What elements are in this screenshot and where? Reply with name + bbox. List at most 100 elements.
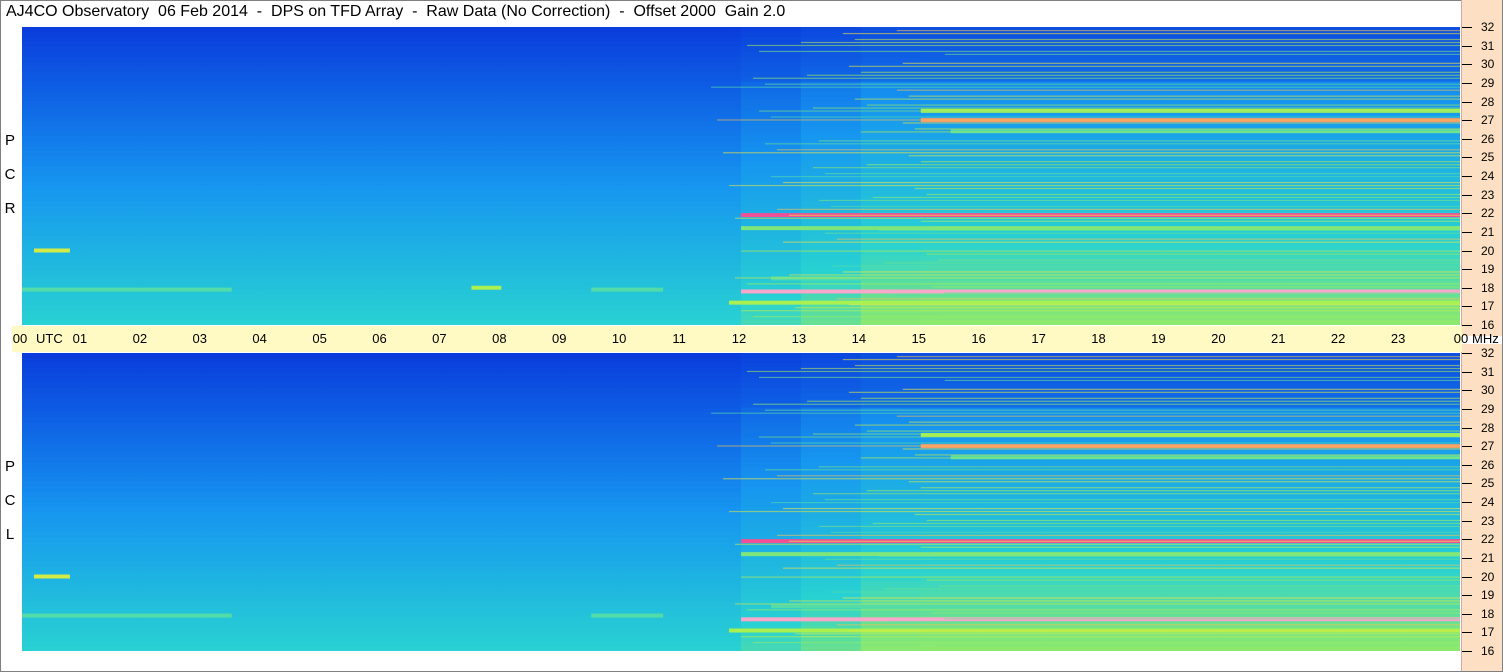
heatmap-cell <box>501 377 562 384</box>
heatmap-cell <box>261 367 323 374</box>
heatmap-cell <box>1400 235 1460 242</box>
heatmap-cell <box>321 402 382 409</box>
utc-tick-label: 23 <box>1390 331 1406 346</box>
heatmap-cell <box>1340 437 1401 443</box>
heatmap-cell <box>1340 240 1401 247</box>
heatmap-cell <box>1400 245 1460 251</box>
heatmap-cell <box>980 611 1042 617</box>
heatmap-cell <box>321 576 382 582</box>
noise-streak <box>854 424 1460 426</box>
heatmap-cell <box>561 151 622 157</box>
heatmap-cell <box>261 215 323 222</box>
heatmap-cell <box>81 250 143 256</box>
heatmap-cell <box>501 556 562 563</box>
heatmap-cell <box>741 641 802 647</box>
heatmap-cell <box>261 61 323 68</box>
heatmap-cell <box>261 56 323 63</box>
heatmap-cell <box>22 377 83 384</box>
heatmap-cell <box>141 621 203 627</box>
freq-tick-mark <box>1462 557 1472 559</box>
pol-letter: R <box>4 200 16 217</box>
noise-streak <box>746 44 1460 47</box>
heatmap-cell <box>22 91 83 98</box>
heatmap-cell <box>800 621 862 627</box>
heatmap-cell <box>681 81 742 88</box>
heatmap-cell <box>621 106 682 112</box>
heatmap-cell <box>1160 492 1221 498</box>
heatmap-cell <box>800 131 862 137</box>
heatmap-cell <box>621 561 682 568</box>
noise-streak <box>878 229 1460 231</box>
heatmap-cell <box>261 397 323 404</box>
noise-streak <box>723 152 1460 154</box>
heatmap-cell <box>561 412 622 419</box>
heatmap-cell <box>681 190 742 197</box>
heatmap-cell <box>141 320 203 325</box>
heatmap-cell <box>681 56 742 63</box>
heatmap-cell <box>681 621 742 627</box>
noise-streak <box>878 555 1460 557</box>
heatmap-cell <box>141 626 203 632</box>
freq-tick-mark <box>1462 325 1472 326</box>
heatmap-cell <box>201 511 263 518</box>
heatmap-cell <box>381 606 442 612</box>
utc-tick-label: 00 <box>12 331 28 346</box>
heatmap-cell <box>81 467 143 473</box>
utc-unit-label: UTC <box>36 331 63 346</box>
heatmap-cell <box>201 571 263 577</box>
heatmap-cell <box>621 442 682 448</box>
heatmap-cell <box>22 492 83 498</box>
noise-streak <box>764 469 1460 471</box>
heatmap-cell <box>141 141 203 147</box>
heatmap-cell <box>1040 240 1101 247</box>
heatmap-cell <box>800 437 862 443</box>
heatmap-cell <box>201 372 263 379</box>
heatmap-cell <box>621 646 682 651</box>
heatmap-cell <box>201 176 263 182</box>
heatmap-cell <box>681 372 742 379</box>
heatmap-cell <box>501 541 562 548</box>
heatmap-cell <box>741 477 802 483</box>
heatmap-cell <box>741 511 802 518</box>
heatmap-cell <box>1100 447 1161 453</box>
heatmap-cell <box>681 511 742 518</box>
heatmap-cell <box>1160 166 1221 172</box>
heatmap-cell <box>860 320 922 325</box>
heatmap-cell <box>800 295 862 301</box>
heatmap-cell <box>561 210 622 217</box>
heatmap-cell <box>561 255 622 261</box>
heatmap-cell <box>1100 492 1161 498</box>
heatmap-cell <box>621 250 682 256</box>
heatmap-cell <box>261 387 323 394</box>
noise-streak <box>842 32 1460 35</box>
heatmap-cell <box>22 300 83 306</box>
heatmap-cell <box>741 96 802 102</box>
heatmap-cell <box>501 412 562 419</box>
heatmap-cell <box>1160 447 1221 453</box>
heatmap-cell <box>920 437 982 443</box>
heatmap-cell <box>621 200 682 207</box>
heatmap-cell <box>141 472 203 478</box>
heatmap-cell <box>860 27 922 33</box>
freq-tick-label: 25 <box>1481 150 1495 165</box>
heatmap-cell <box>1040 516 1101 523</box>
heatmap-cell <box>441 462 502 468</box>
heatmap-cell <box>321 641 382 647</box>
heatmap-cell <box>261 185 323 192</box>
heatmap-cell <box>441 116 502 122</box>
heatmap-cell <box>441 66 502 73</box>
heatmap-cell <box>741 362 802 369</box>
heatmap-cell <box>561 631 622 637</box>
heatmap-cell <box>800 397 862 404</box>
heatmap-cell <box>321 606 382 612</box>
heatmap-cell <box>741 131 802 137</box>
heatmap-cell <box>1280 190 1341 197</box>
heatmap-cell <box>201 121 263 127</box>
heatmap-cell <box>201 56 263 63</box>
heatmap-cell <box>741 156 802 162</box>
heatmap-cell <box>441 171 502 177</box>
heatmap-cell <box>681 260 742 266</box>
heatmap-cell <box>441 432 502 438</box>
noise-streak <box>818 466 1460 468</box>
heatmap-cell <box>1160 156 1221 162</box>
